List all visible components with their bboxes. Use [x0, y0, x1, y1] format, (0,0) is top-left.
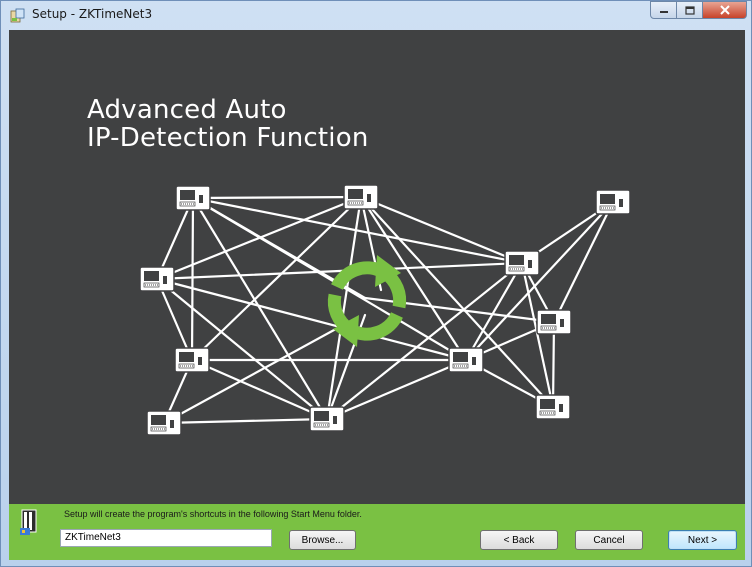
footer-panel: Setup will create the program's shortcut…	[9, 504, 745, 560]
terminal-device-icon	[504, 250, 540, 276]
window-controls	[650, 1, 747, 21]
start-menu-folder-icon	[20, 509, 37, 535]
back-button[interactable]: < Back	[480, 530, 558, 550]
title-bar: Setup - ZKTimeNet3	[1, 1, 751, 29]
terminal-device-icon	[343, 184, 379, 210]
terminal-device-icon	[139, 266, 175, 292]
terminal-device-icon	[535, 394, 571, 420]
setup-window: Setup - ZKTimeNet3 Advanced Auto IP-Dete…	[0, 0, 752, 567]
cancel-button[interactable]: Cancel	[575, 530, 643, 550]
terminal-device-icon	[175, 185, 211, 211]
shortcut-message: Setup will create the program's shortcut…	[64, 509, 362, 519]
maximize-button[interactable]	[677, 1, 703, 19]
network-diagram	[139, 184, 631, 436]
terminal-device-icon	[146, 410, 182, 436]
terminal-device-icon	[536, 309, 572, 335]
terminal-device-icon	[448, 347, 484, 373]
terminal-device-icon	[174, 347, 210, 373]
window-title: Setup - ZKTimeNet3	[32, 7, 153, 21]
minimize-icon	[659, 11, 668, 13]
terminal-device-icon	[309, 406, 345, 432]
close-button[interactable]	[703, 1, 747, 19]
next-button[interactable]: Next >	[668, 530, 737, 550]
start-menu-folder-input[interactable]: ZKTimeNet3	[60, 529, 272, 547]
terminal-device-icon	[595, 189, 631, 215]
browse-button[interactable]: Browse...	[289, 530, 356, 550]
maximize-icon	[684, 5, 695, 15]
minimize-button[interactable]	[650, 1, 677, 19]
close-icon	[719, 5, 730, 15]
setup-package-icon	[10, 8, 25, 23]
